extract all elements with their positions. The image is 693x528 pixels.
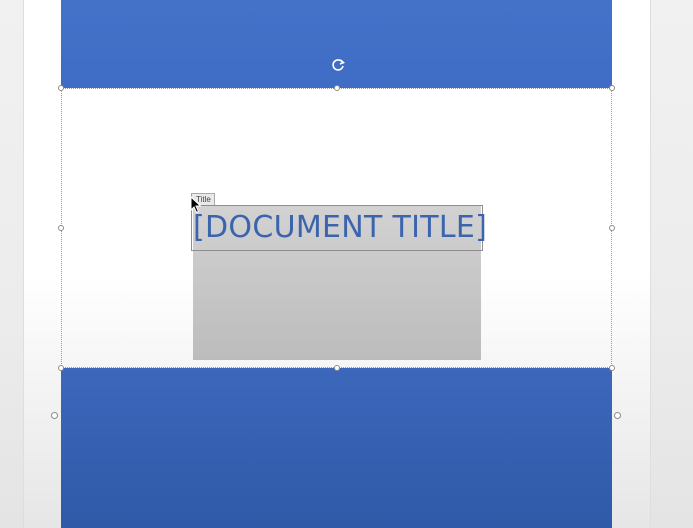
resize-handle-middle-left[interactable]: [58, 225, 64, 231]
document-canvas[interactable]: Title [DOCUMENT TITLE]: [0, 0, 693, 528]
outer-handle-left[interactable]: [51, 412, 58, 419]
resize-handle-top-center[interactable]: [334, 85, 340, 91]
header-color-band[interactable]: [61, 0, 612, 88]
footer-color-band[interactable]: [61, 368, 612, 528]
resize-handle-bottom-left[interactable]: [58, 365, 64, 371]
rotate-handle-icon[interactable]: [330, 57, 346, 73]
resize-handle-bottom-right[interactable]: [609, 365, 615, 371]
mouse-pointer-icon: [190, 195, 202, 214]
resize-handle-top-left[interactable]: [58, 85, 64, 91]
resize-handle-top-right[interactable]: [609, 85, 615, 91]
outer-handle-right[interactable]: [614, 412, 621, 419]
resize-handle-bottom-center[interactable]: [334, 365, 340, 371]
resize-handle-middle-right[interactable]: [609, 225, 615, 231]
document-title-text[interactable]: [DOCUMENT TITLE]: [193, 208, 487, 248]
